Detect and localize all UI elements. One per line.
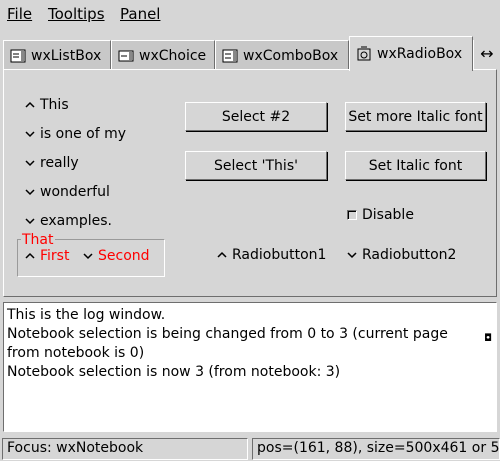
combobox-icon — [222, 49, 238, 62]
radio-selected-icon — [25, 101, 35, 108]
tab-wxlistbox[interactable]: wxListBox — [3, 40, 111, 70]
log-cursor-icon: ◘ — [484, 333, 492, 344]
radio-really-label: really — [40, 155, 79, 171]
tab-wxradiobox[interactable]: wxRadioBox — [349, 36, 473, 71]
radiobutton2-label: Radiobutton2 — [362, 247, 457, 263]
disable-checkbox[interactable]: Disable — [347, 207, 414, 223]
log-line: Notebook selection is now 3 (from notebo… — [7, 364, 341, 380]
radiobutton1-label: Radiobutton1 — [232, 247, 327, 263]
tab-wxcombobox-label: wxComboBox — [243, 47, 339, 64]
radio-unselected-icon — [25, 218, 35, 225]
menu-file[interactable]: File — [7, 5, 32, 23]
tab-wxcombobox[interactable]: wxComboBox — [215, 40, 349, 70]
choice-icon — [118, 50, 134, 61]
log-line: This is the log window. — [7, 307, 166, 323]
set-italic-font-button[interactable]: Set Italic font — [345, 151, 486, 180]
radio-first-label: First — [40, 248, 70, 264]
menu-panel[interactable]: Panel — [120, 5, 160, 23]
notebook-tabstrip: wxListBox wxChoice wxComboBox wxRadioBox… — [0, 36, 500, 71]
select-this-button[interactable]: Select 'This' — [185, 151, 327, 180]
radio-second[interactable]: Second — [82, 248, 150, 264]
log-window[interactable]: This is the log window. Notebook selecti… — [3, 302, 497, 432]
menu-file-label: File — [7, 5, 33, 23]
menu-tooltips-label: Tooltips — [48, 5, 105, 23]
that-radiobox-title: That — [21, 232, 55, 248]
radiobox-icon — [357, 46, 371, 61]
radio-examples[interactable]: examples. — [24, 213, 112, 229]
radio-is-one-of-my[interactable]: is one of my — [24, 126, 126, 142]
tab-wxlistbox-label: wxListBox — [31, 47, 102, 64]
radio-unselected-icon — [347, 252, 357, 259]
set-more-italic-font-button[interactable]: Set more Italic font — [345, 102, 486, 131]
menu-panel-label: Panel — [120, 5, 161, 23]
status-focus: Focus: wxNotebook — [2, 438, 248, 460]
log-line: Notebook selection is being changed from… — [7, 326, 448, 361]
menubar: File Tooltips Panel — [0, 0, 500, 30]
tab-wxchoice[interactable]: wxChoice — [111, 40, 215, 70]
tab-wxradiobox-label: wxRadioBox — [377, 46, 463, 62]
radio-unselected-icon — [25, 189, 35, 196]
status-position: pos=(161, 88), size=500x461 or 5 — [252, 438, 500, 460]
radio-really[interactable]: really — [24, 155, 79, 171]
radio-unselected-icon — [25, 160, 35, 167]
listbox-icon — [10, 49, 26, 62]
radio-selected-icon — [25, 252, 35, 259]
radio-unselected-icon — [83, 253, 93, 260]
radio-second-label: Second — [98, 248, 150, 264]
tab-wxchoice-label: wxChoice — [139, 47, 207, 64]
radio-wonderful-label: wonderful — [40, 184, 110, 200]
radiobutton1[interactable]: Radiobutton1 — [216, 247, 326, 263]
tab-scroll-arrows-icon[interactable]: ↔ — [473, 40, 500, 70]
radiobutton2[interactable]: Radiobutton2 — [346, 247, 456, 263]
radio-this[interactable]: This — [24, 97, 69, 113]
radio-is-one-of-my-label: is one of my — [40, 126, 127, 142]
radio-this-label: This — [40, 97, 69, 113]
menu-tooltips[interactable]: Tooltips — [48, 5, 105, 23]
checkbox-box-icon — [347, 210, 357, 220]
disable-checkbox-label: Disable — [362, 207, 414, 223]
select-2-button[interactable]: Select #2 — [185, 102, 327, 131]
radio-unselected-icon — [25, 131, 35, 138]
statusbar: Focus: wxNotebook pos=(161, 88), size=50… — [0, 437, 500, 461]
radio-first[interactable]: First — [24, 248, 69, 264]
radio-wonderful[interactable]: wonderful — [24, 184, 110, 200]
radio-selected-icon — [217, 251, 227, 258]
radio-examples-label: examples. — [40, 213, 113, 229]
